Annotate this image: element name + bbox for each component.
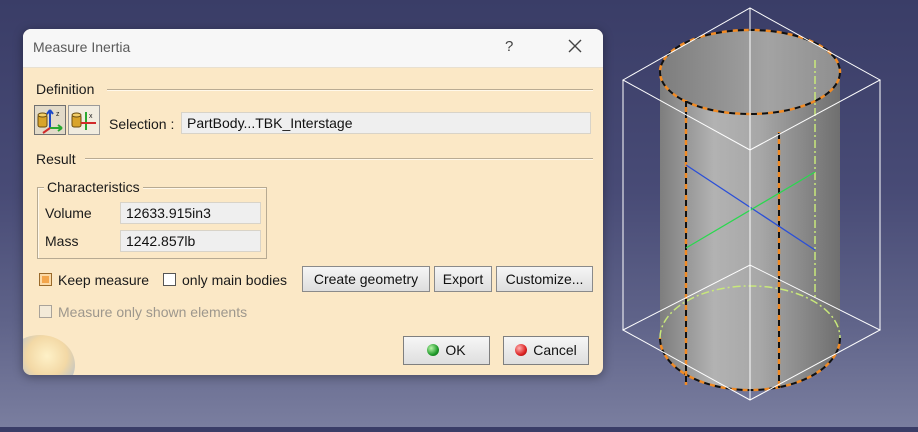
result-divider [85,158,593,160]
inertia-2d-button[interactable]: x [68,105,100,135]
inertia-3d-icon: z [37,109,63,134]
definition-label: Definition [36,81,95,97]
selection-field[interactable]: PartBody...TBK_Interstage [181,112,591,134]
mass-label: Mass [45,233,79,249]
keep-measure-checkbox[interactable] [39,273,52,286]
green-ball-icon [427,344,440,356]
close-icon [568,39,582,53]
cancel-button[interactable]: Cancel [503,336,589,365]
customize-button[interactable]: Customize... [496,266,593,292]
inertia-3d-button[interactable]: z [34,105,66,135]
red-ball-icon [515,344,528,356]
volume-value: 12633.915in3 [120,202,261,224]
mass-value: 1242.857lb [120,230,261,252]
inertia-2d-icon: x [71,112,96,130]
dialog-title: Measure Inertia [33,39,131,55]
only-main-bodies-label: only main bodies [182,272,288,288]
selection-label: Selection : [109,116,175,132]
measure-inertia-dialog: Measure Inertia ? Definition z x Selecti… [23,29,603,375]
definition-divider [107,89,593,91]
close-button[interactable] [563,34,587,58]
ok-button[interactable]: OK [403,336,490,365]
ok-label: OK [445,342,466,358]
keep-measure-label: Keep measure [58,272,150,288]
help-button[interactable]: ? [505,38,513,55]
result-label: Result [36,151,76,167]
svg-text:x: x [89,113,93,120]
create-geometry-button[interactable]: Create geometry [302,266,430,292]
characteristics-title: Characteristics [44,179,143,195]
app-logo [23,335,75,375]
svg-text:z: z [56,111,60,118]
export-button[interactable]: Export [434,266,492,292]
measure-shown-label: Measure only shown elements [58,304,248,320]
volume-label: Volume [45,205,92,221]
dialog-titlebar[interactable]: Measure Inertia ? [23,29,603,68]
cancel-label: Cancel [533,342,577,358]
measure-shown-checkbox[interactable] [39,305,52,318]
only-main-bodies-checkbox[interactable] [163,273,176,286]
